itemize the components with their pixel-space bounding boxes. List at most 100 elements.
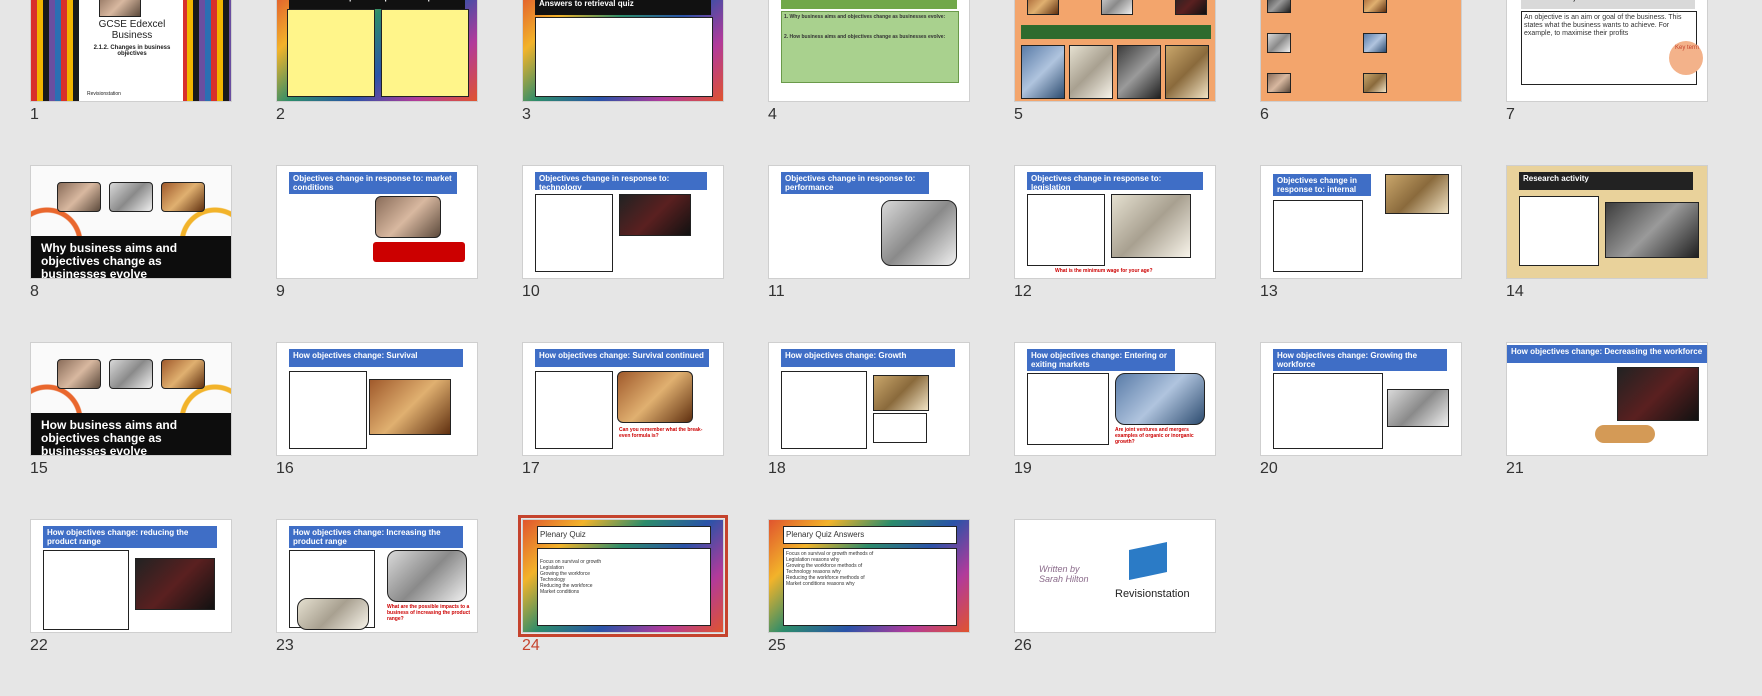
slide-21-title: How objectives change: Decreasing the wo… — [1507, 345, 1707, 363]
slide-8-preview: Why business aims and objectives change … — [30, 165, 232, 279]
slide-17-title: How objectives change: Survival continue… — [535, 349, 709, 367]
slide-11-photo — [881, 200, 957, 266]
slide-18-photo — [873, 375, 929, 411]
slide-thumbnail-22[interactable]: How objectives change: reducing the prod… — [30, 519, 232, 696]
slide-thumbnail-24[interactable]: Plenary Quiz Focus on survival or growth… — [518, 515, 728, 696]
slide-23-preview: How objectives change: Increasing the pr… — [276, 519, 478, 633]
slide-4-title: From Edexcel — [781, 0, 957, 9]
slide-13-photo — [1385, 174, 1449, 214]
slide-thumbnail-18[interactable]: How objectives change: Growth 18 — [768, 342, 970, 519]
slide-14-title: Research activity — [1519, 172, 1693, 190]
slide-5-photo-4 — [1021, 45, 1065, 99]
slide-thumbnail-3[interactable]: Answers to retrieval quiz 3 — [522, 0, 724, 165]
slide-1-photo — [99, 0, 141, 17]
slide-12-title: Objectives change in response to: legisl… — [1027, 172, 1203, 190]
slide-14-preview: Research activity — [1506, 165, 1708, 279]
slide-1-title: GCSE Edexcel Business — [98, 19, 166, 41]
slide-number: 25 — [768, 637, 786, 654]
slide-5-photo-1 — [1027, 0, 1059, 15]
slide-20-body — [1273, 373, 1383, 449]
slide-thumbnail-12[interactable]: Objectives change in response to: legisl… — [1014, 165, 1216, 342]
slide-4-preview: From Edexcel 1. Why business aims and ob… — [768, 0, 970, 102]
slide-number: 22 — [30, 637, 48, 654]
slide-22-preview: How objectives change: reducing the prod… — [30, 519, 232, 633]
slide-thumbnail-4[interactable]: From Edexcel 1. Why business aims and ob… — [768, 0, 970, 165]
slide-13-preview: Objectives change in response to: intern… — [1260, 165, 1462, 279]
slide-12-note: What is the minimum wage for your age? — [1055, 268, 1153, 274]
slide-18-body — [781, 371, 867, 449]
slide-thumbnail-10[interactable]: Objectives change in response to: techno… — [522, 165, 724, 342]
slide-thumbnail-11[interactable]: Objectives change in response to: perfor… — [768, 165, 970, 342]
slide-thumbnail-7[interactable]: Definition: Objectives An objective is a… — [1506, 0, 1708, 165]
slide-2-title: Retrieval quiz from previous topics — [289, 0, 465, 9]
slide-thumbnail-26[interactable]: Written by Sarah Hilton Revisionstation … — [1014, 519, 1216, 696]
slide-thumbnail-21[interactable]: How objectives change: Decreasing the wo… — [1506, 342, 1708, 519]
slide-thumbnail-15[interactable]: How business aims and objectives change … — [30, 342, 232, 519]
slide-24-body: Focus on survival or growth Legislation … — [537, 548, 711, 626]
slide-number: 14 — [1506, 283, 1524, 300]
slide-3-title: Answers to retrieval quiz — [535, 0, 711, 15]
slide-number: 10 — [522, 283, 540, 300]
slide-7-preview: Definition: Objectives An objective is a… — [1506, 0, 1708, 102]
slide-26-signature: Written by Sarah Hilton — [1039, 564, 1089, 584]
slide-19-body — [1027, 373, 1109, 445]
slide-thumbnail-17[interactable]: How objectives change: Survival continue… — [522, 342, 724, 519]
slide-18-caption — [873, 413, 927, 443]
slide-number: 23 — [276, 637, 294, 654]
slide-9-photo — [375, 196, 441, 238]
slide-2-preview: Retrieval quiz from previous topics — [276, 0, 478, 102]
slide-5-photo-2 — [1101, 0, 1133, 15]
slide-17-photo — [617, 371, 693, 423]
slide-23-note: What are the possible impacts to a busin… — [387, 604, 471, 622]
slide-1-preview: GCSE Edexcel Business 2.1.2. Changes in … — [30, 0, 232, 102]
slide-24-item-6: Market conditions — [540, 589, 580, 595]
slide-number: 16 — [276, 460, 294, 477]
slide-thumbnail-5[interactable]: 5 — [1014, 0, 1216, 165]
slide-22-photo — [135, 558, 215, 610]
slide-15-banner: How business aims and objectives change … — [31, 413, 231, 455]
slide-6-photo-2 — [1363, 0, 1387, 13]
slide-6-photo-3 — [1267, 33, 1291, 53]
slide-thumbnail-20[interactable]: How objectives change: Growing the workf… — [1260, 342, 1462, 519]
slide-25-preview: Plenary Quiz Answers Focus on survival o… — [768, 519, 970, 633]
slide-6-photo-1 — [1267, 0, 1291, 13]
slide-thumbnail-9[interactable]: Objectives change in response to: market… — [276, 165, 478, 342]
slide-26-preview: Written by Sarah Hilton Revisionstation — [1014, 519, 1216, 633]
slide-thumbnail-16[interactable]: How objectives change: Survival 16 — [276, 342, 478, 519]
slide-number: 18 — [768, 460, 786, 477]
slide-thumbnail-25[interactable]: Plenary Quiz Answers Focus on survival o… — [768, 519, 970, 696]
slide-number: 13 — [1260, 283, 1278, 300]
slide-number: 3 — [522, 106, 531, 123]
slide-thumbnail-14[interactable]: Research activity 14 — [1506, 165, 1708, 342]
slide-5-question — [1021, 25, 1211, 39]
slide-17-body — [535, 371, 613, 449]
slide-thumbnail-8[interactable]: Why business aims and objectives change … — [30, 165, 232, 342]
slide-16-photo — [369, 379, 451, 435]
slide-thumbnail-6[interactable]: 6 — [1260, 0, 1462, 165]
slide-number: 21 — [1506, 460, 1524, 477]
slide-17-preview: How objectives change: Survival continue… — [522, 342, 724, 456]
slide-19-note: Are joint ventures and mergers examples … — [1115, 427, 1194, 445]
slide-thumbnail-19[interactable]: How objectives change: Entering or exiti… — [1014, 342, 1216, 519]
slide-6-photo-5 — [1267, 73, 1291, 93]
slide-5-photo-7 — [1165, 45, 1209, 99]
slide-9-callout — [373, 242, 465, 262]
slide-number: 2 — [276, 106, 285, 123]
slide-15-photo-1 — [57, 359, 101, 389]
slide-23-photo-1 — [387, 550, 467, 602]
slide-8-photo-3 — [161, 182, 205, 212]
slide-12-body — [1027, 194, 1105, 266]
slide-9-preview: Objectives change in response to: market… — [276, 165, 478, 279]
logo-icon — [1129, 541, 1167, 581]
slide-thumbnail-2[interactable]: Retrieval quiz from previous topics 2 — [276, 0, 478, 165]
slide-1-brand: Revisionstation — [87, 91, 121, 97]
slide-thumbnail-13[interactable]: Objectives change in response to: intern… — [1260, 165, 1462, 342]
slide-number: 20 — [1260, 460, 1278, 477]
slide-thumbnail-1[interactable]: GCSE Edexcel Business 2.1.2. Changes in … — [30, 0, 232, 165]
slide-13-title: Objectives change in response to: intern… — [1273, 174, 1371, 196]
slide-26-brand: Revisionstation — [1115, 588, 1190, 600]
slide-18-title: How objectives change: Growth — [781, 349, 955, 367]
slide-9-body — [289, 196, 367, 272]
slide-thumbnail-23[interactable]: How objectives change: Increasing the pr… — [276, 519, 478, 696]
slide-6-photo-4 — [1363, 33, 1387, 53]
